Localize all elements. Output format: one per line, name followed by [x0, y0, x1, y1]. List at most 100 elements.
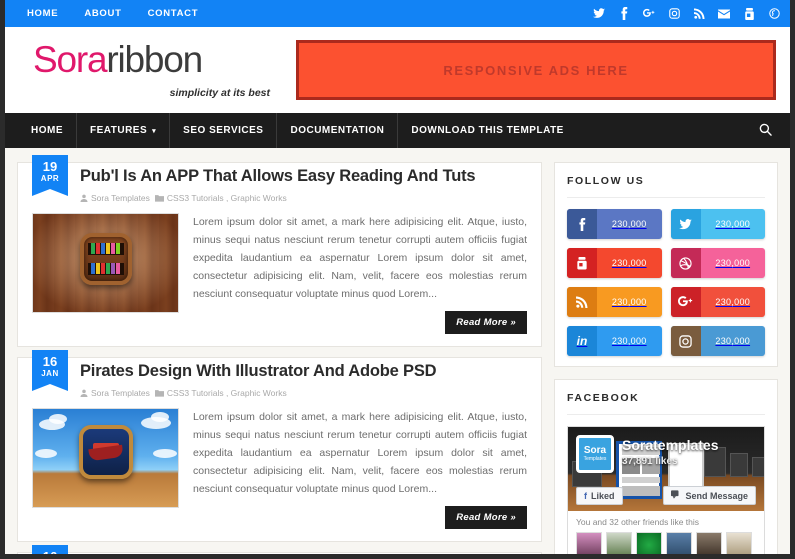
logo-block[interactable]: Soraribbon simplicity at its best [33, 41, 288, 99]
nav-item-features-label: FEATURES [90, 125, 148, 136]
social-counter-facebook[interactable]: 230,000 [567, 209, 662, 239]
top-nav-item-home[interactable]: HOME [27, 8, 58, 19]
follow-us-widget: FOLLOW US 230,000 230,000 230,000 230,00… [554, 162, 778, 367]
instagram-icon[interactable] [668, 7, 680, 21]
top-nav-item-contact[interactable]: CONTACT [148, 8, 199, 19]
post-header: 16 JAN Cinnamon Roll 3D Cinnamon Sora Te… [32, 545, 527, 559]
friend-avatar[interactable] [606, 532, 632, 554]
rss-icon [567, 287, 597, 317]
nav-item-documentation-label: DOCUMENTATION [290, 125, 385, 136]
facebook-friend-avatars [576, 532, 756, 554]
social-counter-instagram[interactable]: 230,000 [670, 326, 765, 356]
widget-title-facebook: FACEBOOK [567, 392, 765, 415]
facebook-friends-text: You and 32 other friends like this [576, 517, 700, 527]
post-item: 16 JAN Pirates Design With Illustrator A… [17, 350, 542, 543]
facebook-liked-label: Liked [591, 491, 615, 501]
twitter-icon[interactable] [593, 7, 605, 21]
friend-avatar[interactable] [666, 532, 692, 554]
dribbble-icon [670, 248, 701, 278]
friend-avatar[interactable] [576, 532, 602, 554]
facebook-like-count: 37,891 likes [622, 456, 678, 467]
social-counter-rss[interactable]: 230,000 [567, 287, 662, 317]
ad-banner-text: RESPONSIVE ADS HERE [443, 62, 629, 78]
post-thumbnail [32, 212, 179, 313]
post-date-badge: 16 JAN [32, 350, 68, 391]
post-title[interactable]: Pirates Design With Illustrator And Adob… [80, 362, 527, 381]
nav-item-documentation[interactable]: DOCUMENTATION [277, 113, 399, 148]
facebook-icon[interactable] [618, 7, 630, 21]
logo-text-sora: Sora [33, 39, 108, 80]
folder-icon [154, 389, 164, 397]
post-title-block: Cinnamon Roll 3D Cinnamon Sora Templates… [68, 555, 527, 559]
pinterest-icon[interactable] [768, 7, 780, 21]
post-author-name: Sora Templates [91, 192, 150, 203]
post-thumbnail [32, 408, 179, 509]
social-counter-grid: 230,000 230,000 230,000 230,000 230,000 … [567, 209, 765, 356]
post-title[interactable]: Pub'l Is An APP That Allows Easy Reading… [80, 167, 527, 186]
site-tagline: simplicity at its best [169, 87, 270, 99]
message-icon [671, 490, 681, 501]
search-icon[interactable] [759, 123, 772, 139]
social-count-instagram: 230,000 [715, 336, 751, 346]
post-thumbnail-link[interactable] [32, 212, 179, 334]
post-item: 19 APR Pub'l Is An APP That Allows Easy … [17, 155, 542, 348]
instagram-icon [670, 326, 701, 356]
nav-item-seo-services[interactable]: SEO SERVICES [170, 113, 278, 148]
rss-icon[interactable] [693, 7, 705, 21]
read-more-button[interactable]: Read More » [445, 506, 527, 530]
post-label-list[interactable]: CSS3 Tutorials , Graphic Works [167, 388, 287, 398]
top-bar: HOME ABOUT CONTACT [5, 0, 790, 27]
friend-avatar[interactable] [726, 532, 752, 554]
read-more-row: Read More » [193, 506, 527, 530]
facebook-cover-photo: Sora Templates Soratemplates 37,891 like… [568, 427, 764, 511]
nav-item-home[interactable]: HOME [31, 113, 77, 148]
page-content: 19 APR Pub'l Is An APP That Allows Easy … [5, 148, 790, 554]
friend-avatar[interactable] [636, 532, 662, 554]
social-counter-google-plus[interactable]: 230,000 [670, 287, 765, 317]
social-counter-youtube[interactable]: 230,000 [567, 248, 662, 278]
nav-item-download-this-template[interactable]: DOWNLOAD THIS TEMPLATE [398, 113, 576, 148]
post-labels: CSS3 Tutorials , Graphic Works [154, 388, 287, 398]
site-logo[interactable]: Soraribbon [33, 41, 288, 78]
post-date-badge: 19 APR [32, 155, 68, 196]
post-date-month: JAN [41, 368, 59, 378]
youtube-icon[interactable] [743, 7, 755, 21]
social-counter-linkedin[interactable]: in 230,000 [567, 326, 662, 356]
social-count-linkedin: 230,000 [611, 336, 647, 346]
post-header: 16 JAN Pirates Design With Illustrator A… [32, 350, 527, 398]
linkedin-icon: in [567, 326, 597, 356]
avatar-line-2: Templates [583, 455, 607, 462]
google-plus-icon[interactable] [643, 7, 655, 21]
post-author: Sora Templates [80, 388, 150, 398]
twitter-icon [670, 209, 701, 239]
post-excerpt: Lorem ipsum dolor sit amet, a mark here … [193, 411, 527, 496]
social-counter-twitter[interactable]: 230,000 [670, 209, 765, 239]
logo-text-ribbon: ribbon [106, 39, 203, 80]
social-counter-dribbble[interactable]: 230,000 [670, 248, 765, 278]
responsive-ad-banner[interactable]: RESPONSIVE ADS HERE [296, 40, 776, 100]
post-label-list[interactable]: CSS3 Tutorials , Graphic Works [167, 193, 287, 203]
read-more-row: Read More » [193, 311, 527, 335]
nav-item-download-label: DOWNLOAD THIS TEMPLATE [411, 125, 564, 136]
post-date-day: 19 [42, 159, 58, 174]
email-icon[interactable] [718, 7, 730, 21]
shelf-bottom [87, 263, 124, 276]
social-count-google-plus: 230,000 [715, 297, 751, 307]
top-nav-item-about[interactable]: ABOUT [84, 8, 121, 19]
social-count-rss: 230,000 [611, 297, 647, 307]
post-labels: CSS3 Tutorials , Graphic Works [154, 193, 287, 203]
widget-title-follow-us: FOLLOW US [567, 175, 765, 198]
facebook-f-icon: f [584, 491, 587, 501]
facebook-send-message-button[interactable]: Send Message [663, 486, 756, 505]
read-more-button[interactable]: Read More » [445, 311, 527, 335]
facebook-liked-button[interactable]: f Liked [576, 487, 623, 505]
main-nav-items: HOME FEATURES ▾ SEO SERVICES DOCUMENTATIO… [31, 113, 577, 148]
post-date-day: 16 [42, 549, 58, 559]
post-meta: Sora Templates CSS3 Tutorials , Graphic … [80, 388, 527, 398]
friend-avatar[interactable] [696, 532, 722, 554]
post-thumbnail-link[interactable] [32, 408, 179, 529]
facebook-page-name[interactable]: Soratemplates [622, 437, 718, 453]
nav-item-features[interactable]: FEATURES ▾ [77, 113, 171, 148]
google-plus-icon [670, 287, 701, 317]
top-nav: HOME ABOUT CONTACT [27, 8, 198, 19]
